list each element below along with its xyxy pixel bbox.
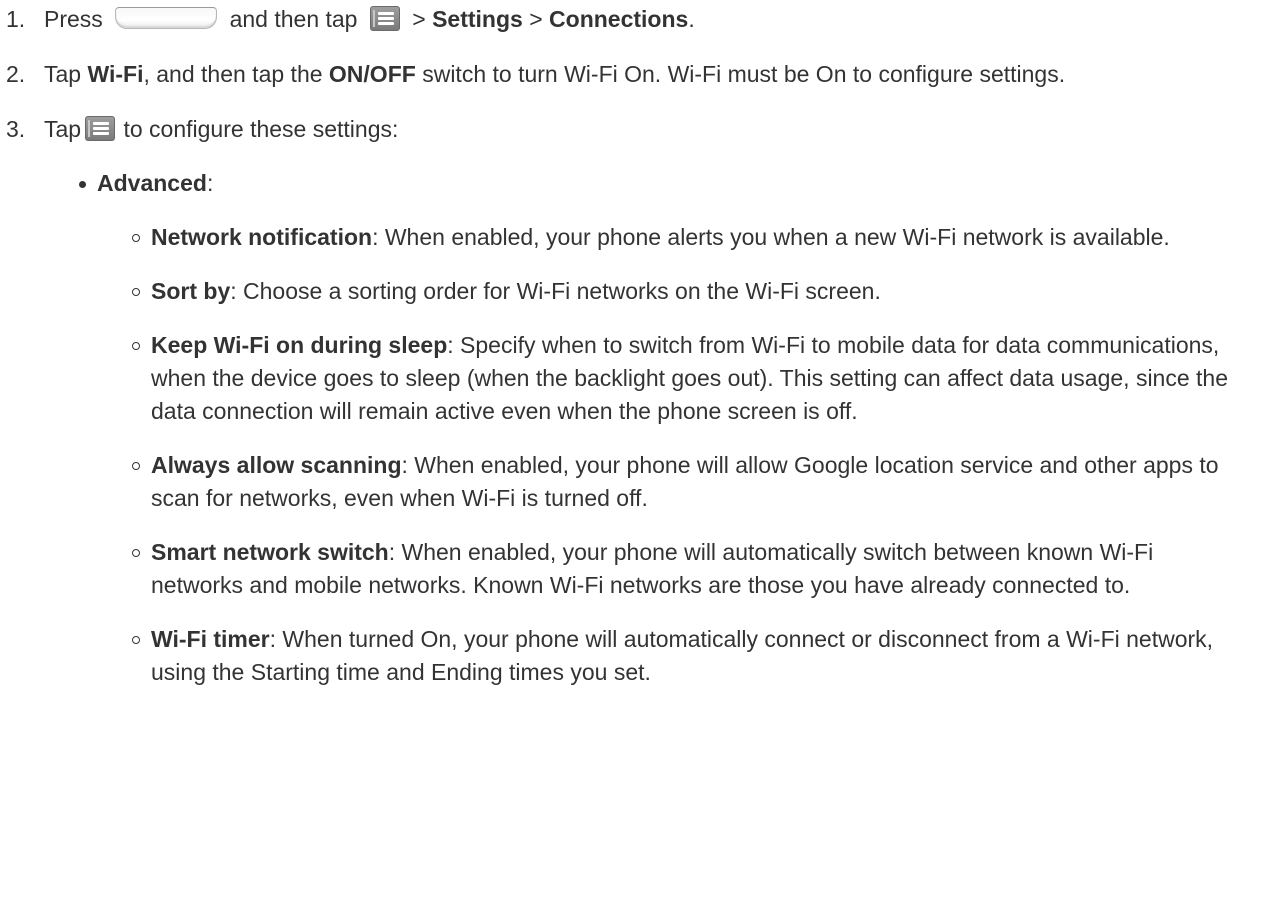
- advanced-bullet: Advanced:: [0, 167, 1266, 200]
- step-text: Press: [44, 6, 103, 32]
- step-text: and then tap: [229, 6, 358, 32]
- list-item: Sort by: Choose a sorting order for Wi-F…: [0, 275, 1250, 308]
- item-term: Always allow scanning: [151, 452, 402, 478]
- item-description: : Choose a sorting order for Wi-Fi netwo…: [230, 278, 881, 304]
- step-text: , and then tap the: [143, 61, 323, 87]
- period: .: [688, 6, 695, 32]
- onoff-label: ON/OFF: [328, 61, 416, 87]
- menu-key-icon: [85, 116, 116, 141]
- advanced-label: Advanced: [97, 170, 207, 196]
- home-key-icon: [115, 7, 218, 29]
- colon: :: [206, 170, 214, 196]
- item-term: Network notification: [151, 224, 373, 250]
- settings-label: Settings: [432, 6, 523, 32]
- step-text: switch to turn Wi-Fi On. Wi-Fi must be O…: [422, 61, 1066, 87]
- step-text: to configure these settings:: [123, 116, 399, 142]
- instructions-document: 1. Press and then tap > Settings > Conne…: [0, 0, 1266, 689]
- list-item: Smart network switch: When enabled, your…: [0, 536, 1250, 602]
- list-item: Network notification: When enabled, your…: [0, 221, 1250, 254]
- step-text: Tap: [44, 116, 82, 142]
- separator: >: [529, 6, 543, 32]
- separator: >: [412, 6, 426, 32]
- bullet-dot: [79, 181, 86, 188]
- list-item: Keep Wi-Fi on during sleep: Specify when…: [0, 329, 1250, 428]
- list-item: Always allow scanning: When enabled, you…: [0, 449, 1250, 515]
- sub-bullet: [132, 288, 140, 296]
- sub-bullet: [132, 462, 140, 470]
- step-number: 3.: [6, 116, 26, 142]
- item-term: Smart network switch: [151, 539, 389, 565]
- step-text: Tap: [44, 61, 82, 87]
- sub-bullet: [132, 549, 140, 557]
- connections-label: Connections: [549, 6, 689, 32]
- step-3: 3. Tap to configure these settings:: [0, 113, 1246, 146]
- sub-bullet: [132, 234, 140, 242]
- list-item: Wi-Fi timer: When turned On, your phone …: [0, 623, 1250, 689]
- step-number: 2.: [6, 61, 26, 87]
- item-description: : When turned On, your phone will automa…: [151, 626, 1214, 685]
- step-number: 1.: [6, 6, 26, 32]
- step-2: 2. Tap Wi-Fi, and then tap the ON/OFF sw…: [0, 58, 1246, 91]
- step-1: 1. Press and then tap > Settings > Conne…: [0, 3, 1246, 36]
- menu-key-icon: [369, 6, 400, 31]
- item-term: Wi-Fi timer: [151, 626, 270, 652]
- item-description: : When enabled, your phone alerts you wh…: [372, 224, 1170, 250]
- item-term: Sort by: [151, 278, 231, 304]
- sub-bullet: [132, 342, 140, 350]
- sub-bullet: [132, 636, 140, 644]
- wifi-label: Wi-Fi: [87, 61, 144, 87]
- item-term: Keep Wi-Fi on during sleep: [151, 332, 448, 358]
